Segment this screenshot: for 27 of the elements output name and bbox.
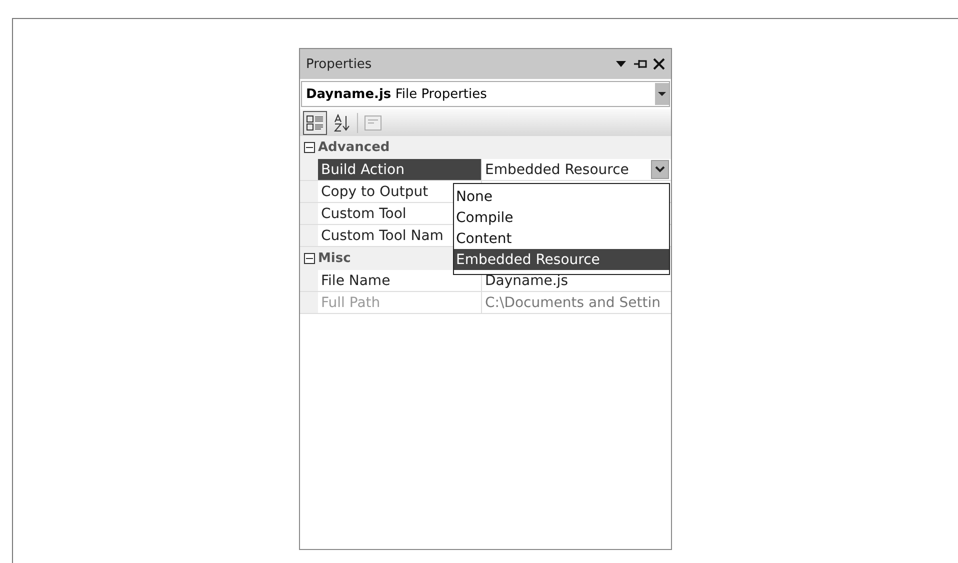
sort-alphabetical-icon (333, 114, 351, 132)
caret-down-icon[interactable] (615, 60, 627, 68)
dropdown-option[interactable]: Embedded Resource (454, 249, 669, 270)
property-name[interactable]: File Name (321, 272, 390, 288)
pin-icon[interactable] (633, 59, 647, 69)
chevron-down-icon (655, 166, 665, 173)
category-name: Advanced (318, 140, 390, 154)
toolbar-button[interactable] (303, 110, 327, 134)
property-pages-icon (364, 114, 382, 130)
object-name: Dayname.js (306, 86, 392, 102)
close-icon[interactable] (653, 58, 665, 70)
object-type: File Properties (395, 86, 487, 102)
property-name[interactable]: Custom Tool Nam (321, 228, 444, 244)
caret-down-icon (658, 92, 666, 96)
property-name[interactable]: Copy to Output (321, 184, 428, 200)
property-value[interactable]: Embedded Resource (485, 162, 629, 178)
value-dropdown-button[interactable] (651, 160, 669, 179)
category-row[interactable]: Advanced (300, 136, 671, 159)
categorized-icon (306, 114, 324, 132)
property-value[interactable]: Dayname.js (485, 272, 568, 288)
panel-title: Properties (306, 56, 372, 72)
property-name[interactable]: Build Action (318, 159, 482, 180)
property-name[interactable]: Custom Tool (321, 206, 406, 222)
property-row[interactable]: Build Action Embedded Resource (300, 159, 671, 181)
category-name: Misc (318, 250, 351, 266)
selector-dropdown-button[interactable] (655, 83, 669, 105)
object-selector[interactable]: Dayname.js File Properties (301, 81, 670, 107)
